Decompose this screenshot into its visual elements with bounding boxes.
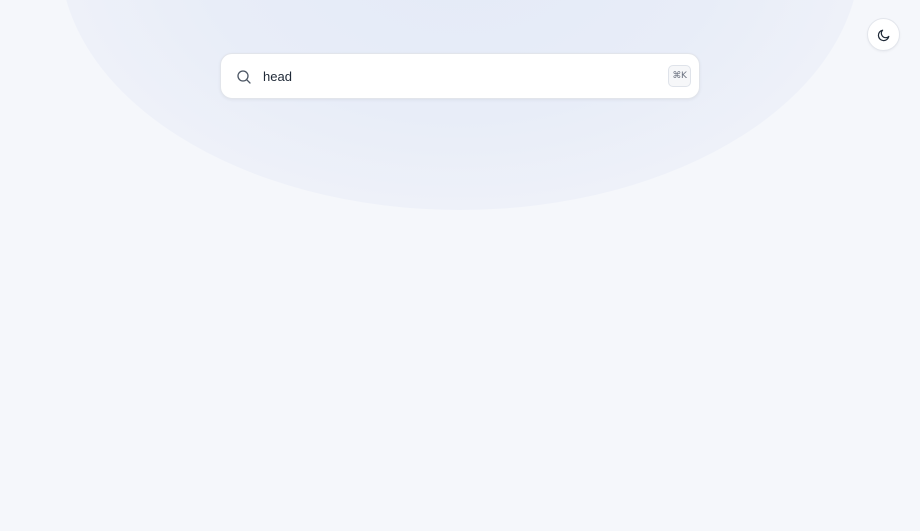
background-glow	[60, 0, 860, 210]
keyboard-shortcut-badge: ⌘K	[668, 65, 691, 87]
moon-icon	[877, 28, 891, 42]
search-icon	[236, 69, 252, 85]
search-input[interactable]	[263, 63, 658, 89]
theme-toggle-button[interactable]	[867, 18, 900, 51]
search-bar[interactable]: ⌘K	[220, 53, 700, 99]
